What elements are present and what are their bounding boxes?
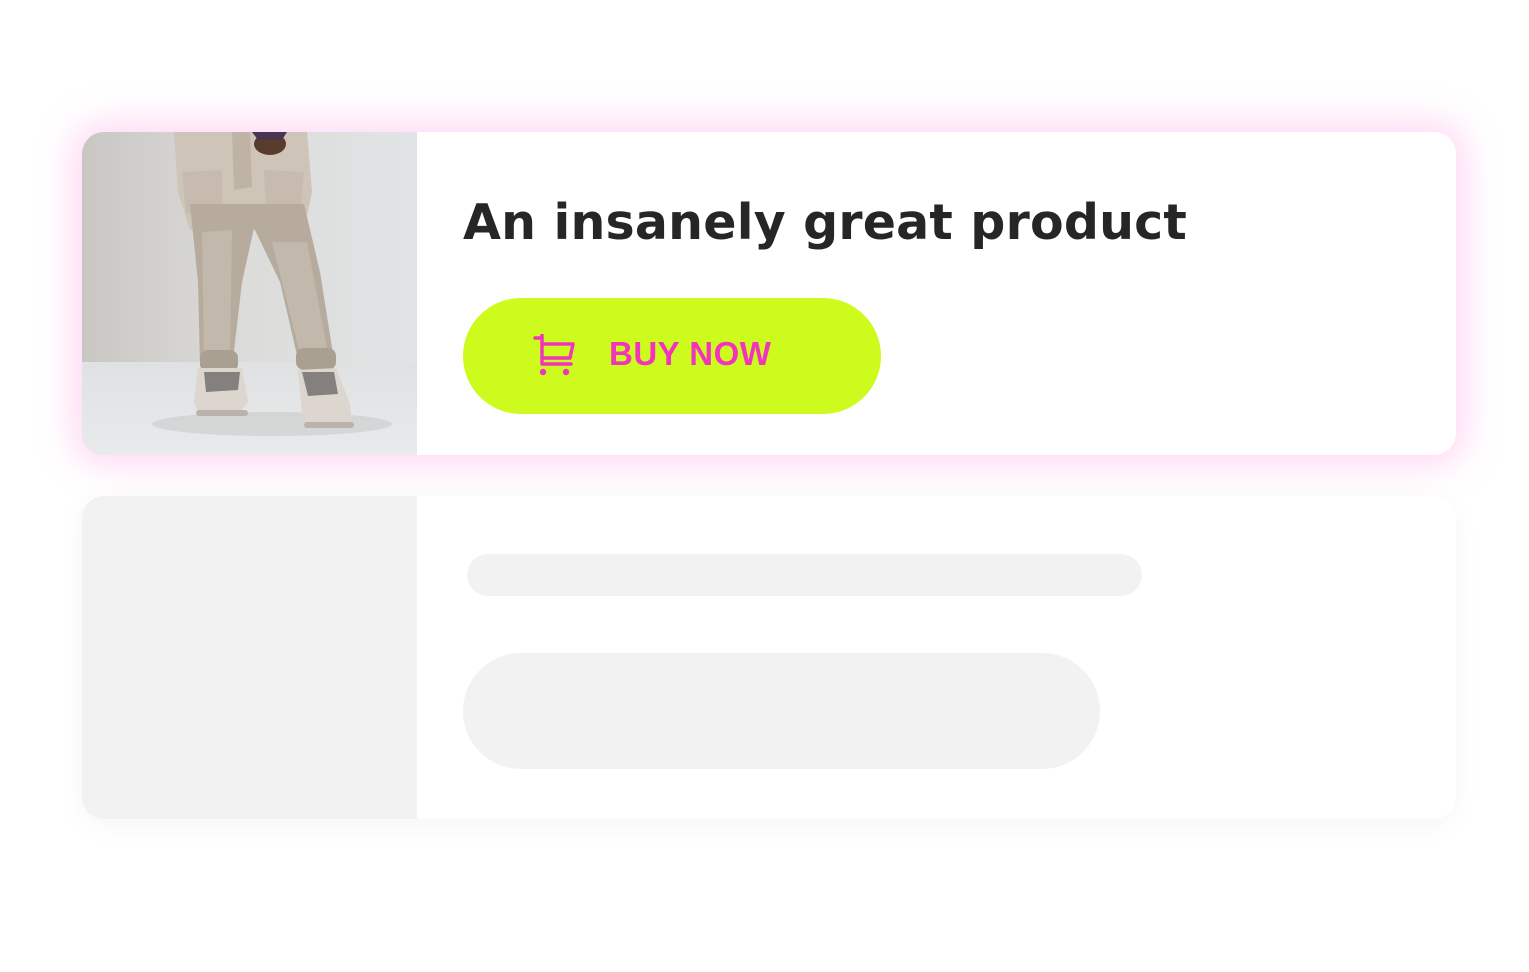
skeleton-image (82, 496, 417, 819)
product-photo (82, 132, 417, 455)
buy-now-button[interactable]: BUY NOW (463, 298, 881, 414)
cart-icon (533, 334, 575, 376)
skeleton-button (463, 653, 1100, 769)
product-image[interactable] (82, 132, 417, 455)
skeleton-content (417, 496, 1456, 819)
buy-now-label: BUY NOW (609, 335, 772, 372)
product-title: An insanely great product (463, 194, 1188, 251)
product-card: An insanely great product BUY NOW (82, 132, 1456, 455)
skeleton-card (82, 496, 1456, 819)
product-content: An insanely great product BUY NOW (417, 132, 1456, 455)
skeleton-title-line (467, 554, 1142, 596)
